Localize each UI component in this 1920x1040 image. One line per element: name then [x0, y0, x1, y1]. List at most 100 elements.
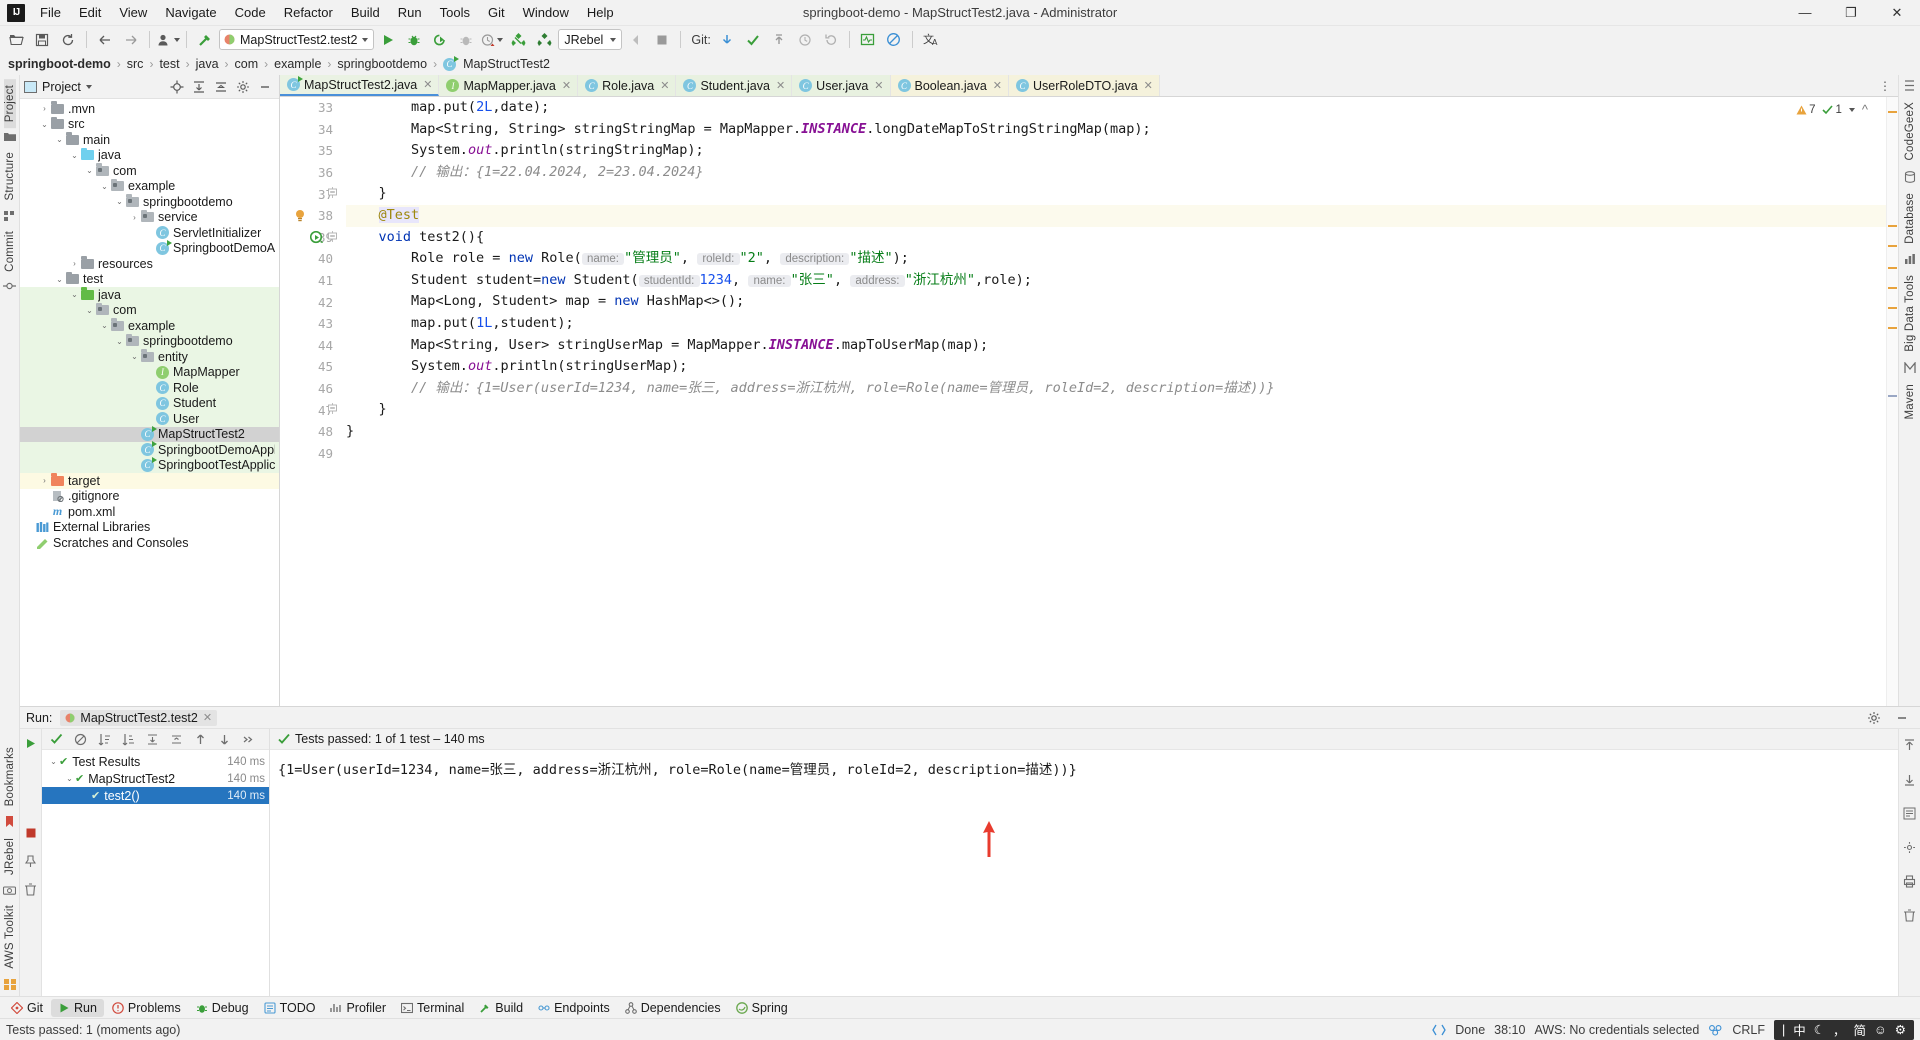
- editor-tabs-overflow-menu[interactable]: ⋮: [1873, 75, 1898, 96]
- chevron-down-icon[interactable]: ⌄: [99, 321, 110, 330]
- breadcrumb-item-java[interactable]: java: [194, 57, 221, 71]
- locate-file-icon[interactable]: [167, 77, 187, 96]
- chevron-down-icon[interactable]: ⌄: [114, 337, 125, 346]
- editor-tab-user-java[interactable]: C User.java ✕: [792, 75, 891, 96]
- tool-window-git[interactable]: Git: [4, 999, 50, 1017]
- chevron-down-icon[interactable]: ⌄: [129, 352, 140, 361]
- code-line[interactable]: Map<String, String> stringStringMap = Ma…: [346, 119, 1886, 141]
- next-test-icon[interactable]: [215, 730, 233, 748]
- fold-marker-icon[interactable]: [328, 187, 337, 199]
- tree-item[interactable]: ⌄ entity: [20, 349, 279, 365]
- open-project-icon[interactable]: [4, 29, 28, 51]
- forward-arrow-icon[interactable]: [119, 29, 143, 51]
- gutter-line[interactable]: 43: [280, 313, 338, 335]
- tree-item[interactable]: › resources: [20, 256, 279, 272]
- code-line[interactable]: void test2(){: [346, 227, 1886, 249]
- menu-git[interactable]: Git: [479, 2, 514, 23]
- translate-icon[interactable]: 文A: [919, 29, 943, 51]
- tool-window-build[interactable]: Build: [472, 999, 530, 1017]
- editor-tab-userroledto-java[interactable]: C UserRoleDTO.java ✕: [1009, 75, 1160, 96]
- sidebar-item-jrebel[interactable]: JRebel: [4, 832, 16, 881]
- menu-help[interactable]: Help: [578, 2, 623, 23]
- sort-alphabetically-icon[interactable]: [95, 730, 113, 748]
- menu-window[interactable]: Window: [514, 2, 578, 23]
- chevron-right-icon[interactable]: ›: [39, 476, 50, 485]
- more-options-icon[interactable]: [239, 730, 257, 748]
- code-line[interactable]: @Test: [346, 204, 1886, 227]
- more-vertical-icon[interactable]: ⋮: [1879, 79, 1892, 93]
- test-tree-row[interactable]: ⌄ ✔ Test Results 140 ms: [42, 753, 269, 770]
- gutter-line[interactable]: 45: [280, 356, 338, 378]
- minimize-button[interactable]: —: [1782, 0, 1828, 26]
- rerun-button[interactable]: [19, 732, 43, 754]
- soft-wrap-icon[interactable]: [1898, 802, 1920, 824]
- code-line[interactable]: }: [346, 421, 1886, 443]
- gutter-line[interactable]: 38: [280, 205, 338, 227]
- close-icon[interactable]: ✕: [874, 79, 883, 92]
- sidebar-item-database[interactable]: Database: [1904, 187, 1916, 250]
- test-tree-row[interactable]: ✔ test2() 140 ms: [42, 787, 269, 804]
- sidebar-item-bookmarks[interactable]: Bookmarks: [4, 741, 16, 812]
- chevron-down-icon[interactable]: ⌄: [39, 120, 50, 129]
- ime-moon-icon[interactable]: ☾: [1814, 1022, 1825, 1037]
- chevron-down-icon[interactable]: ⌄: [54, 135, 65, 144]
- collapse-tests-icon[interactable]: [167, 730, 185, 748]
- gutter-line[interactable]: 48: [280, 421, 338, 443]
- print-icon[interactable]: [1898, 870, 1920, 892]
- line-separator-label[interactable]: CRLF: [1732, 1023, 1765, 1037]
- show-passed-tests-icon[interactable]: [47, 730, 65, 748]
- sidebar-item-aws-toolkit[interactable]: AWS Toolkit: [4, 899, 16, 975]
- tool-window-endpoints[interactable]: Endpoints: [531, 999, 617, 1017]
- close-icon[interactable]: ✕: [1144, 79, 1153, 92]
- tree-item[interactable]: ⌄ src: [20, 116, 279, 133]
- breadcrumb-item-example[interactable]: example: [272, 57, 323, 71]
- ime-smiley-icon[interactable]: ☺: [1874, 1023, 1887, 1037]
- inspection-widget[interactable]: 7 1 ^: [1796, 102, 1868, 117]
- caret-position[interactable]: 38:10: [1494, 1023, 1525, 1037]
- test-results-tree[interactable]: ⌄ ✔ Test Results 140 ms ⌄ ✔ MapStructTest2 140 …: [42, 750, 269, 804]
- ime-simplified[interactable]: 简: [1854, 1020, 1867, 1039]
- tree-item[interactable]: ⌄ springbootdemo: [20, 333, 279, 349]
- gutter-line[interactable]: 33: [280, 97, 338, 119]
- pin-tab-button[interactable]: [19, 850, 43, 872]
- breadcrumb-item-springboot-demo[interactable]: springboot-demo: [6, 57, 113, 71]
- close-icon[interactable]: ✕: [776, 79, 785, 92]
- breadcrumb-item-com[interactable]: com: [233, 57, 261, 71]
- breadcrumb-item-springbootdemo[interactable]: springbootdemo: [335, 57, 429, 71]
- sidebar-item-project[interactable]: Project: [3, 79, 16, 129]
- gutter-line[interactable]: 37: [280, 183, 338, 205]
- jrebel-debug-icon[interactable]: [532, 29, 556, 51]
- tool-window-run[interactable]: Run: [50, 998, 104, 1017]
- tree-item[interactable]: C User: [20, 411, 279, 427]
- hide-panel-icon[interactable]: [255, 77, 275, 96]
- jrebel-selector[interactable]: JRebel: [558, 29, 623, 50]
- editor-tab-role-java[interactable]: C Role.java ✕: [578, 75, 677, 96]
- vcs-user-icon[interactable]: [156, 29, 180, 51]
- tree-item[interactable]: › target: [20, 473, 279, 489]
- menu-view[interactable]: View: [110, 2, 156, 23]
- sidebar-item-structure[interactable]: Structure: [4, 146, 16, 206]
- no-entry-icon[interactable]: [882, 29, 906, 51]
- gutter-line[interactable]: 34: [280, 119, 338, 141]
- tree-item[interactable]: m pom.xml: [20, 504, 279, 520]
- jrebel-run-icon[interactable]: [506, 29, 530, 51]
- gutter-line[interactable]: 40: [280, 248, 338, 270]
- code-line[interactable]: System.out.println(stringStringMap);: [346, 140, 1886, 162]
- profile-button[interactable]: [454, 29, 478, 51]
- breadcrumb-item-mapstructtest2[interactable]: MapStructTest2: [461, 57, 552, 71]
- chevron-down-icon[interactable]: ⌄: [54, 275, 65, 284]
- tree-item[interactable]: C ServletInitializer: [20, 225, 279, 241]
- sidebar-item-big-data-tools[interactable]: Big Data Tools: [1904, 269, 1916, 358]
- debug-button[interactable]: [402, 29, 426, 51]
- git-revert-icon[interactable]: [819, 29, 843, 51]
- tree-item[interactable]: I MapMapper: [20, 364, 279, 380]
- code-content[interactable]: map.put(2L,date); Map<String, String> st…: [338, 97, 1886, 706]
- tree-item[interactable]: ⌄ springbootdemo: [20, 194, 279, 210]
- tree-item[interactable]: ⌄ com: [20, 163, 279, 179]
- stop-run-button[interactable]: [19, 822, 43, 844]
- chevron-down-icon[interactable]: ⌄: [99, 182, 110, 191]
- sync-icon[interactable]: [56, 29, 80, 51]
- run-button[interactable]: [376, 29, 400, 51]
- menu-edit[interactable]: Edit: [70, 2, 110, 23]
- close-icon[interactable]: ✕: [203, 711, 212, 724]
